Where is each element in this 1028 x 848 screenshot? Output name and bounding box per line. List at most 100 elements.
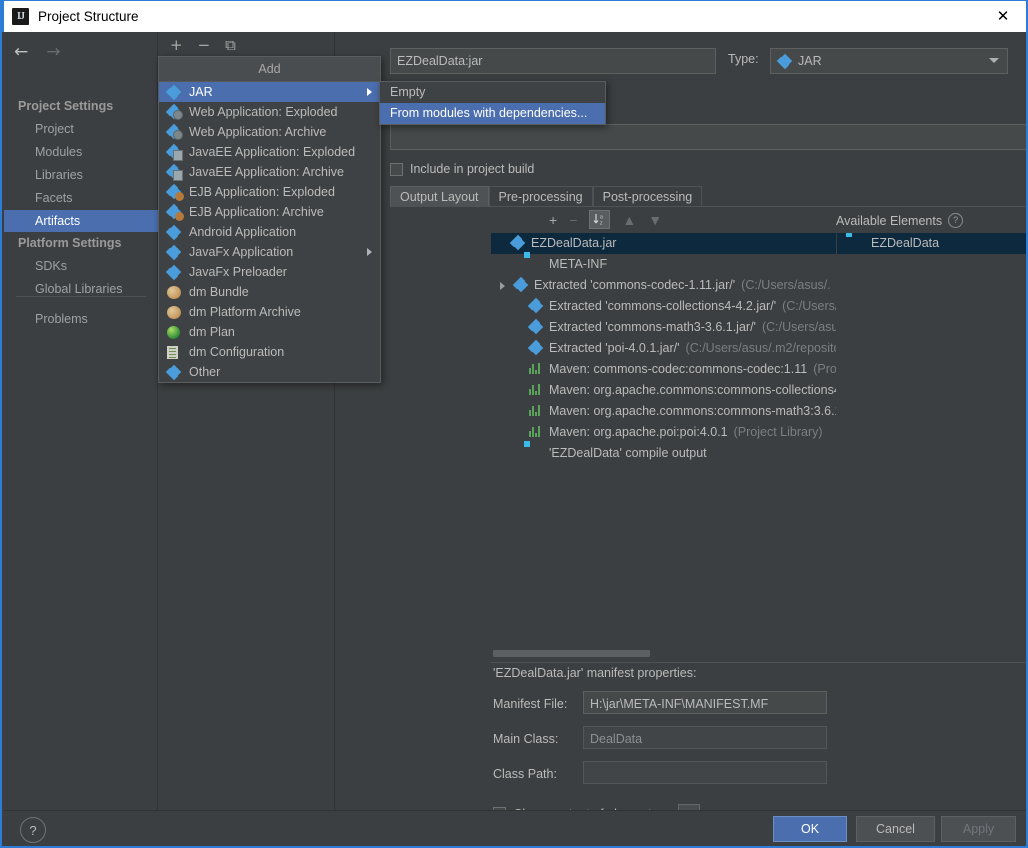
tab-output-layout[interactable]: Output Layout xyxy=(390,186,489,207)
javaee-archive-icon xyxy=(165,163,183,181)
ok-button[interactable]: OK xyxy=(773,816,847,842)
menu-item-dm-bundle[interactable]: dm Bundle xyxy=(159,282,380,302)
copy-artifact-button[interactable]: ⧉ xyxy=(225,36,236,54)
tree-row-path: (C:/Users/asus/ xyxy=(761,320,836,334)
chevron-right-icon xyxy=(367,248,372,256)
tabs-underline xyxy=(390,206,1026,207)
sidebar-item-modules[interactable]: Modules xyxy=(4,141,158,163)
tree-row[interactable]: Extracted 'commons-codec-1.11.jar/' (C:/… xyxy=(491,275,836,296)
javafx-preloader-icon xyxy=(165,264,183,280)
tree-row[interactable]: Extracted 'commons-collections4-4.2.jar/… xyxy=(491,296,836,317)
tree-row[interactable]: EZDealData.jar xyxy=(491,233,836,254)
tree-row[interactable]: Maven: commons-codec:commons-codec:1.11 … xyxy=(491,359,836,380)
dm-plan-icon xyxy=(167,325,183,339)
help-icon[interactable]: ? xyxy=(948,213,964,228)
sidebar-item-libraries[interactable]: Libraries xyxy=(4,164,158,186)
menu-item-ejb-application-archive[interactable]: EJB Application: Archive xyxy=(159,202,380,222)
list-item[interactable]: EZDealData xyxy=(837,233,1026,254)
maven-icon xyxy=(529,362,544,377)
close-icon[interactable]: ✕ xyxy=(980,1,1026,31)
remove-artifact-button[interactable]: − xyxy=(198,36,211,54)
output-directory-input[interactable] xyxy=(390,124,1026,150)
cancel-button[interactable]: Cancel xyxy=(856,816,935,842)
menu-item-label: EJB Application: Exploded xyxy=(189,185,335,199)
apply-button: Apply xyxy=(941,816,1016,842)
tree-row-label: EZDealData.jar xyxy=(531,236,617,250)
menu-item-label: dm Plan xyxy=(189,325,235,339)
available-elements-tree[interactable]: EZDealData xyxy=(837,233,1026,645)
help-button[interactable]: ? xyxy=(20,817,46,843)
tree-row[interactable]: META-INF xyxy=(491,254,836,275)
tree-row-label: Extracted 'poi-4.0.1.jar/' xyxy=(549,341,680,355)
tree-row[interactable]: Extracted 'poi-4.0.1.jar/' (C:/Users/asu… xyxy=(491,338,836,359)
sort-az-icon[interactable]: a z xyxy=(589,210,611,229)
sidebar-item-sdks[interactable]: SDKs xyxy=(4,255,158,277)
tab-post-processing[interactable]: Post-processing xyxy=(592,186,703,207)
tree-row[interactable]: Maven: org.apache.commons:commons-math3:… xyxy=(491,401,836,422)
menu-item-dm-configuration[interactable]: dm Configuration xyxy=(159,342,380,362)
add-artifact-menu[interactable]: Add JAR Web Application: Exploded Web Ap… xyxy=(158,56,381,383)
artifact-name-row: EZDealData:jar Type: JAR xyxy=(390,48,1026,76)
submenu-item-empty[interactable]: Empty xyxy=(380,82,605,103)
maven-icon xyxy=(529,383,544,398)
tree-row[interactable]: Extracted 'commons-math3-3.6.1.jar/' (C:… xyxy=(491,317,836,338)
menu-item-label: JavaFx Application xyxy=(189,245,294,259)
horizontal-scrollbar[interactable] xyxy=(491,649,836,658)
module-icon xyxy=(851,236,866,251)
artifact-type-select[interactable]: JAR xyxy=(770,48,1008,74)
back-arrow-icon[interactable]: ← xyxy=(14,42,28,62)
add-element-button[interactable]: + xyxy=(549,212,557,228)
menu-item-dm-plan[interactable]: dm Plan xyxy=(159,322,380,342)
menu-item-web-application-exploded[interactable]: Web Application: Exploded xyxy=(159,102,380,122)
move-up-button: ▲ xyxy=(622,211,637,228)
settings-sidebar: ← → Project Settings Project Modules Lib… xyxy=(4,32,158,810)
tab-pre-processing[interactable]: Pre-processing xyxy=(488,186,593,207)
tree-row-path: (C:/Users/asus/.m2/repositor xyxy=(685,341,836,355)
sidebar-item-project[interactable]: Project xyxy=(4,118,158,140)
module-icon xyxy=(529,446,544,461)
forward-arrow-icon: → xyxy=(46,42,61,62)
expander-icon[interactable] xyxy=(500,281,510,290)
menu-item-other[interactable]: Other xyxy=(159,362,380,382)
menu-item-javafx-application[interactable]: JavaFx Application xyxy=(159,242,380,262)
move-down-button: ▼ xyxy=(648,211,663,228)
menu-item-label: JavaFx Preloader xyxy=(189,265,287,279)
window-title: Project Structure xyxy=(38,9,139,24)
tree-row[interactable]: Maven: org.apache.poi:poi:4.0.1 (Project… xyxy=(491,422,836,443)
jar-submenu[interactable]: Empty From modules with dependencies... xyxy=(379,81,606,125)
javaee-exploded-icon xyxy=(165,143,183,161)
menu-item-javaee-application-exploded[interactable]: JavaEE Application: Exploded xyxy=(159,142,380,162)
tree-row[interactable]: Maven: org.apache.commons:commons-collec… xyxy=(491,380,836,401)
include-in-build-checkbox[interactable]: Include in project build xyxy=(390,162,534,176)
artifact-name-input[interactable]: EZDealData:jar xyxy=(390,48,716,74)
include-in-build-label: Include in project build xyxy=(410,162,535,176)
main-class-input[interactable]: DealData xyxy=(583,726,827,749)
add-artifact-button[interactable]: + xyxy=(170,36,183,54)
manifest-file-input[interactable]: H:\jar\META-INF\MANIFEST.MF xyxy=(583,691,827,714)
sidebar-item-facets[interactable]: Facets xyxy=(4,187,158,209)
class-path-input[interactable] xyxy=(583,761,827,784)
menu-item-ejb-application-exploded[interactable]: EJB Application: Exploded xyxy=(159,182,380,202)
artifacts-toolbar: + − ⧉ xyxy=(158,32,334,58)
scrollbar-thumb[interactable] xyxy=(493,650,650,657)
menu-item-jar[interactable]: JAR xyxy=(159,82,380,102)
tree-row-label: Maven: org.apache.poi:poi:4.0.1 xyxy=(549,425,728,439)
available-elements-header: Available Elements ? xyxy=(836,210,964,231)
tree-row[interactable]: 'EZDealData' compile output xyxy=(491,443,836,464)
menu-item-label: Other xyxy=(189,365,221,379)
menu-item-javaee-application-archive[interactable]: JavaEE Application: Archive xyxy=(159,162,380,182)
manifest-properties-title: 'EZDealData.jar' manifest properties: xyxy=(493,666,697,680)
output-layout-tree[interactable]: EZDealData.jar META-INF Extracted 'commo… xyxy=(491,233,836,645)
sidebar-group-platform-settings: Platform Settings xyxy=(18,236,122,250)
jar-icon xyxy=(527,318,544,335)
menu-item-javafx-preloader[interactable]: JavaFx Preloader xyxy=(159,262,380,282)
tree-row-path: (C:/Users/a xyxy=(782,299,836,313)
submenu-item-from-modules-with-dependencies[interactable]: From modules with dependencies... xyxy=(380,103,605,124)
chevron-down-icon xyxy=(989,58,999,63)
menu-item-dm-platform-archive[interactable]: dm Platform Archive xyxy=(159,302,380,322)
sidebar-item-artifacts[interactable]: Artifacts xyxy=(4,210,158,232)
sidebar-item-problems[interactable]: Problems xyxy=(4,308,158,330)
menu-item-web-application-archive[interactable]: Web Application: Archive xyxy=(159,122,380,142)
menu-item-android-application[interactable]: Android Application xyxy=(159,222,380,242)
jar-icon xyxy=(527,339,544,356)
